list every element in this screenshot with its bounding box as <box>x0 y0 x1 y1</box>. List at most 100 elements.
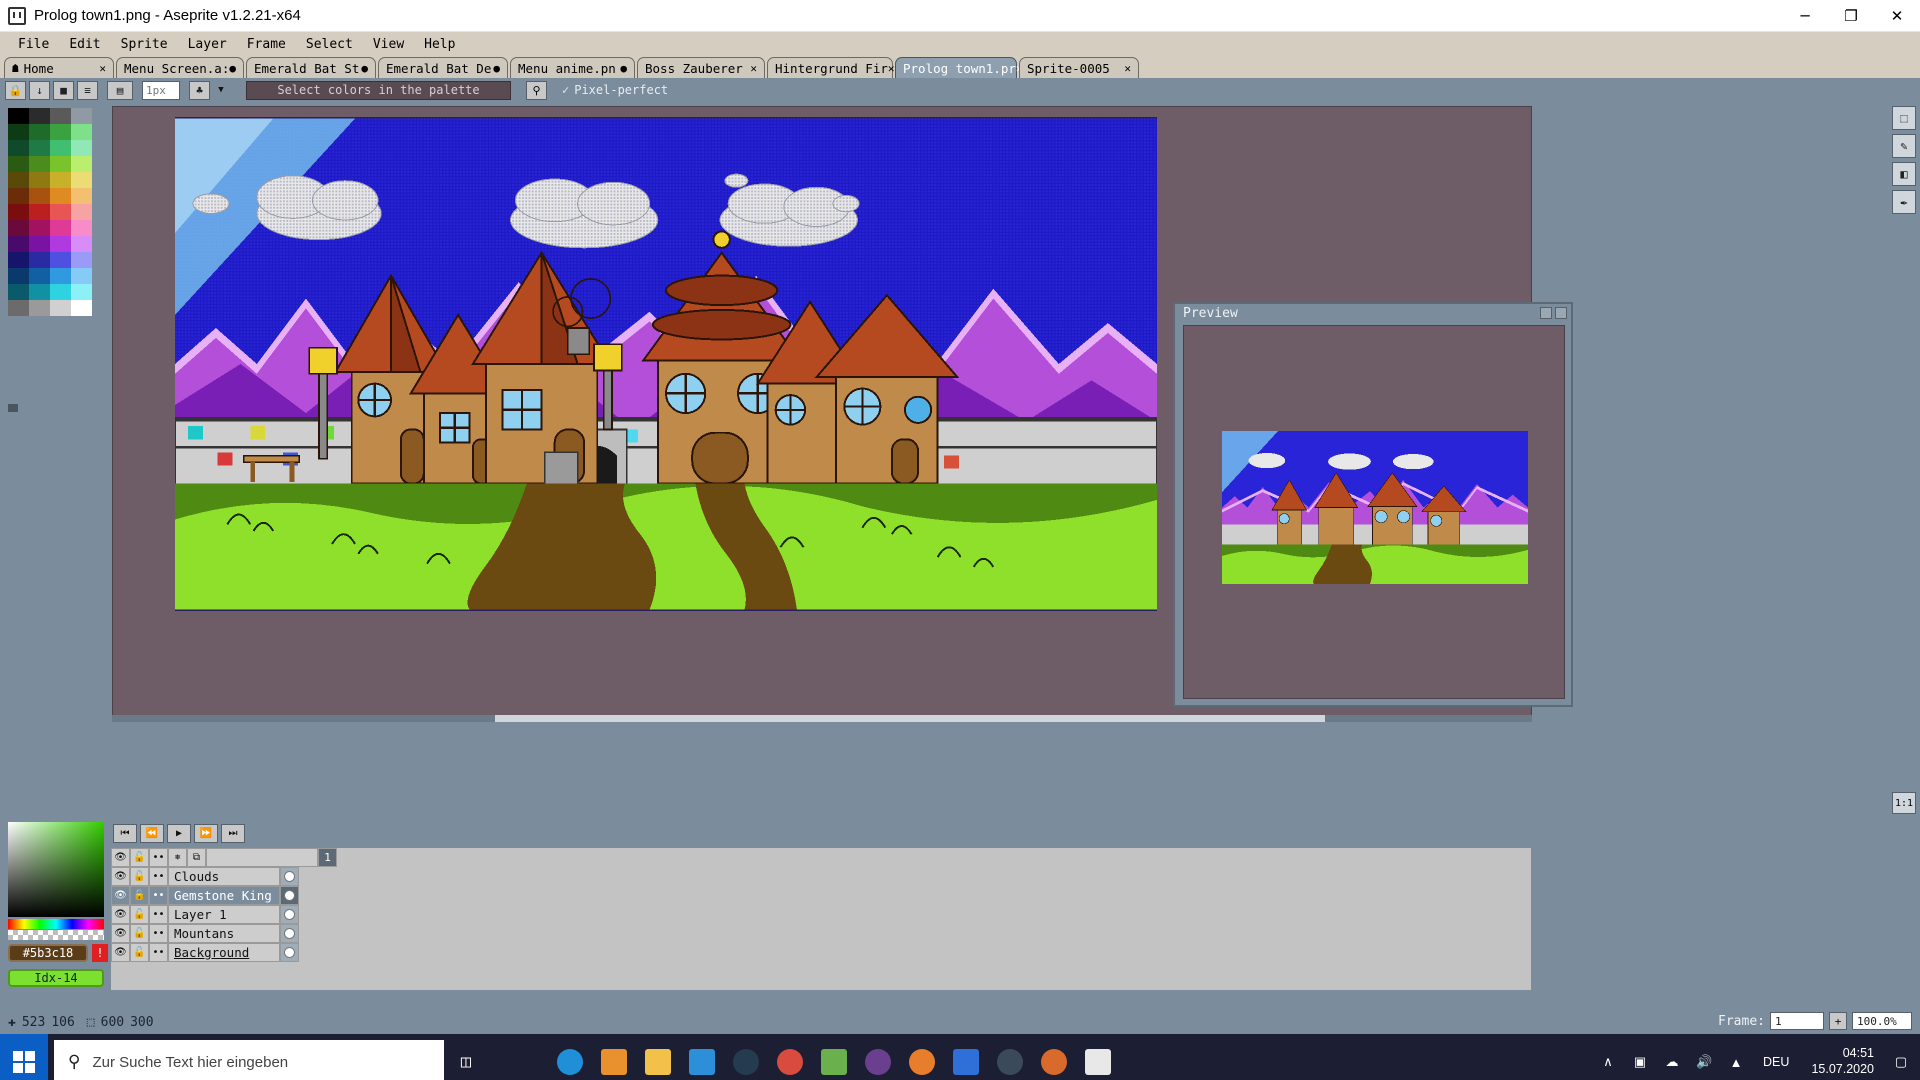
clock[interactable]: 04:51 15.07.2020 <box>1805 1046 1880 1077</box>
palette-swatch-37[interactable] <box>29 252 50 268</box>
palette-swatch-23[interactable] <box>71 188 92 204</box>
palette-swatch-5[interactable] <box>29 124 50 140</box>
tab-menu-anime[interactable]: Menu anime.pn ● <box>510 57 635 78</box>
square-brush-icon[interactable]: ■ <box>53 80 74 100</box>
palette-swatch-12[interactable] <box>8 156 29 172</box>
palette-swatch-34[interactable] <box>50 236 71 252</box>
palette-swatch-15[interactable] <box>71 156 92 172</box>
palette-swatch-26[interactable] <box>50 204 71 220</box>
continuous-icon[interactable]: •• <box>149 848 168 867</box>
hue-slider[interactable] <box>8 919 104 929</box>
play-button[interactable]: ▶ <box>167 824 191 843</box>
palette-swatch-3[interactable] <box>71 108 92 124</box>
eye-icon[interactable]: 👁 <box>111 848 130 867</box>
table-row[interactable]: 👁 🔓 •• Background <box>111 943 1531 962</box>
obs-icon[interactable] <box>988 1034 1032 1080</box>
start-button[interactable] <box>0 1034 48 1080</box>
palette-swatch-42[interactable] <box>50 268 71 284</box>
layer-visibility-toggle[interactable]: 👁 <box>111 943 130 962</box>
palette-swatch-25[interactable] <box>29 204 50 220</box>
grid-app-icon[interactable] <box>944 1034 988 1080</box>
layer-name-layer-1[interactable]: Layer 1 <box>168 905 280 924</box>
menu-layer[interactable]: Layer <box>178 35 237 54</box>
onedrive-icon[interactable]: ☁ <box>1661 1034 1683 1080</box>
palette-scroll-handle[interactable] <box>8 404 18 412</box>
layer-continuous-toggle[interactable]: •• <box>149 867 168 886</box>
color-picker[interactable] <box>8 820 104 940</box>
menu-frame[interactable]: Frame <box>237 35 296 54</box>
tab-emerald-bat-st[interactable]: Emerald Bat St ● <box>246 57 376 78</box>
layer-visibility-toggle[interactable]: 👁 <box>111 886 130 905</box>
palette-swatch-20[interactable] <box>8 188 29 204</box>
language-indicator[interactable]: DEU <box>1757 1055 1795 1069</box>
maximize-button[interactable]: ❐ <box>1828 0 1874 32</box>
chrome-icon[interactable] <box>768 1034 812 1080</box>
palette-index-field[interactable]: Idx-14 <box>8 969 104 987</box>
tab-prolog-town1[interactable]: Prolog town1.pr ✕ <box>895 57 1023 78</box>
menu-help[interactable]: Help <box>414 35 465 54</box>
palette-swatch-39[interactable] <box>71 252 92 268</box>
palette-swatch-1[interactable] <box>29 108 50 124</box>
layer-continuous-toggle[interactable]: •• <box>149 943 168 962</box>
go-first-frame-button[interactable]: ⏮ <box>113 824 137 843</box>
magnifier-icon[interactable]: ⚲ <box>526 80 547 100</box>
next-frame-button[interactable]: ⏩ <box>194 824 218 843</box>
layer-list[interactable]: 👁 🔓 •• ⎈ ⧉ 1 👁 🔓 •• Clouds 👁 🔓 •• Gemsto… <box>111 848 1531 990</box>
edge-icon[interactable] <box>548 1034 592 1080</box>
palette-swatch-19[interactable] <box>71 172 92 188</box>
layer-lock-toggle[interactable]: 🔓 <box>130 924 149 943</box>
lock-icon[interactable]: 🔓 <box>130 848 149 867</box>
warning-icon[interactable]: ! <box>92 944 108 962</box>
layer-visibility-toggle[interactable]: 👁 <box>111 905 130 924</box>
chevron-down-icon[interactable]: ▼ <box>213 80 229 100</box>
go-last-frame-button[interactable]: ⏭ <box>221 824 245 843</box>
symmetry-icon[interactable]: ♣ <box>189 80 210 100</box>
menu-sprite[interactable]: Sprite <box>111 35 178 54</box>
palette-swatch-10[interactable] <box>50 140 71 156</box>
brush-size-input[interactable]: 1px <box>142 80 180 100</box>
minimize-icon[interactable] <box>1540 307 1552 319</box>
notification-icon[interactable]: ▢ <box>1890 1034 1912 1080</box>
volume-icon[interactable]: 🔊 <box>1693 1034 1715 1080</box>
cel-layer-1[interactable] <box>280 905 299 924</box>
palette-swatch-13[interactable] <box>29 156 50 172</box>
palette-swatch-9[interactable] <box>29 140 50 156</box>
frame-input[interactable]: 1 <box>1770 1012 1824 1030</box>
menu-select[interactable]: Select <box>296 35 363 54</box>
palette-swatch-2[interactable] <box>50 108 71 124</box>
palette-swatch-45[interactable] <box>29 284 50 300</box>
duplicate-icon[interactable]: ⧉ <box>187 848 206 867</box>
layer-continuous-toggle[interactable]: •• <box>149 924 168 943</box>
search-input[interactable]: ⚲ Zur Suche Text hier eingeben <box>54 1040 444 1080</box>
ratio-button[interactable]: 1:1 <box>1892 792 1916 814</box>
palette-scrollbar[interactable] <box>8 404 94 412</box>
layer-lock-toggle[interactable]: 🔓 <box>130 867 149 886</box>
table-row[interactable]: 👁 🔓 •• Mountans <box>111 924 1531 943</box>
palette-swatch-18[interactable] <box>50 172 71 188</box>
palette-swatch-40[interactable] <box>8 268 29 284</box>
palette-swatch-30[interactable] <box>50 220 71 236</box>
palette-swatch-17[interactable] <box>29 172 50 188</box>
close-icon[interactable] <box>1555 307 1567 319</box>
palette-swatch-27[interactable] <box>71 204 92 220</box>
layer-visibility-toggle[interactable]: 👁 <box>111 867 130 886</box>
palette-swatch-44[interactable] <box>8 284 29 300</box>
palette-swatch-43[interactable] <box>71 268 92 284</box>
crop-icon[interactable]: ⬚ <box>1892 106 1916 130</box>
palette-swatch-0[interactable] <box>8 108 29 124</box>
menu-file[interactable]: File <box>8 35 59 54</box>
layer-name-mountans[interactable]: Mountans <box>168 924 280 943</box>
saturation-value-field[interactable] <box>8 822 104 917</box>
sprite-canvas[interactable] <box>175 117 1157 611</box>
layer-name-gemstone-king[interactable]: Gemstone King <box>168 886 280 905</box>
layer-lock-toggle[interactable]: 🔓 <box>130 905 149 924</box>
palette-swatch-29[interactable] <box>29 220 50 236</box>
close-button[interactable]: ✕ <box>1874 0 1920 32</box>
palette-swatch-6[interactable] <box>50 124 71 140</box>
palette-swatch-16[interactable] <box>8 172 29 188</box>
layer-lock-toggle[interactable]: 🔓 <box>130 943 149 962</box>
eraser-icon[interactable]: ◧ <box>1892 162 1916 186</box>
palette-swatch-22[interactable] <box>50 188 71 204</box>
palette-swatch-47[interactable] <box>71 284 92 300</box>
layer-lock-toggle[interactable]: 🔓 <box>130 886 149 905</box>
